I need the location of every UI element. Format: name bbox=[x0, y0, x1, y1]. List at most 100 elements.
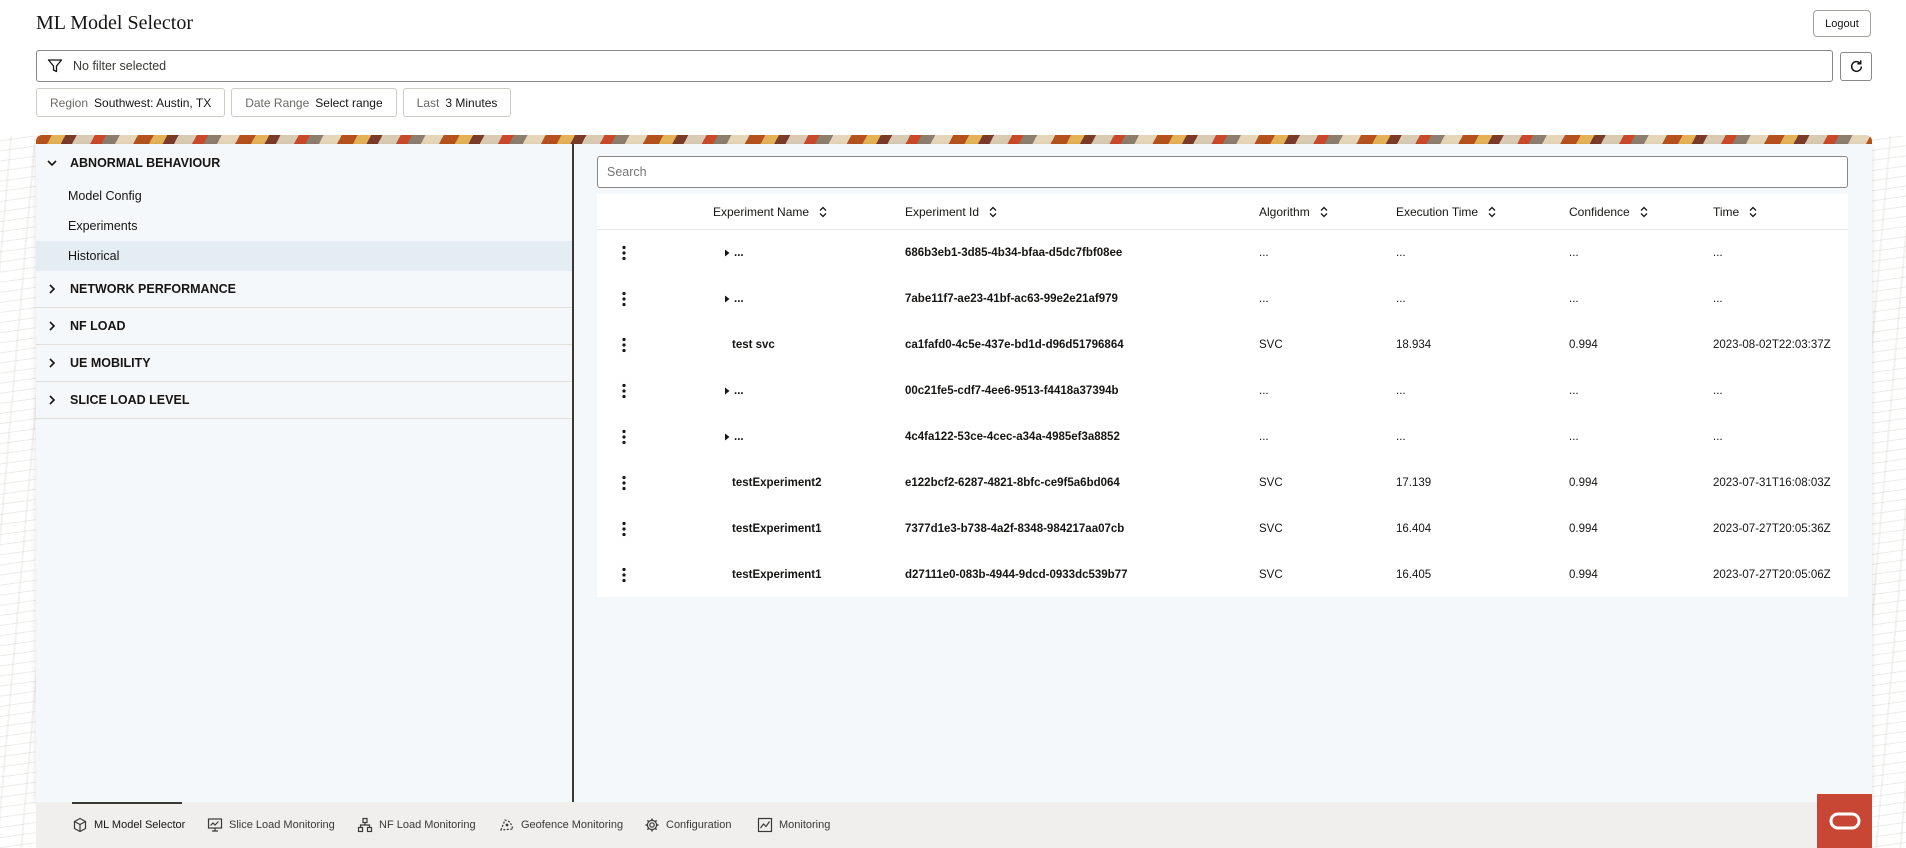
row-actions-button[interactable] bbox=[614, 506, 634, 552]
nav-ml-model-selector[interactable]: ML Model Selector bbox=[72, 802, 185, 848]
table-row[interactable]: ... 00c21fe5-cdf7-4ee6-9513-f4418a37394b… bbox=[597, 368, 1848, 414]
decorative-banner bbox=[36, 135, 1872, 144]
experiment-name-cell[interactable]: ... bbox=[722, 414, 744, 460]
row-actions-button[interactable] bbox=[614, 368, 634, 414]
chip-label: Last bbox=[416, 95, 440, 110]
expand-triangle-icon[interactable] bbox=[722, 294, 732, 304]
chip-value: 3 Minutes bbox=[445, 95, 498, 110]
row-actions-button[interactable] bbox=[614, 230, 634, 276]
sidebar-category-network-performance[interactable]: NETWORK PERFORMANCE bbox=[36, 271, 572, 308]
chip-label: Region bbox=[50, 95, 89, 110]
filter-bar[interactable]: No filter selected bbox=[36, 50, 1833, 82]
pane-divider[interactable] bbox=[572, 144, 574, 802]
sidebar-item-model-config[interactable]: Model Config bbox=[36, 181, 572, 211]
nav-label: Monitoring bbox=[779, 819, 831, 831]
date-range-chip[interactable]: Date Range Select range bbox=[231, 88, 397, 117]
time-cell: ... bbox=[1713, 385, 1723, 397]
search-input[interactable] bbox=[597, 156, 1848, 188]
experiment-name-cell[interactable]: ... bbox=[722, 276, 744, 322]
nav-slice-load-monitoring[interactable]: Slice Load Monitoring bbox=[207, 802, 335, 848]
nav-monitoring[interactable]: Monitoring bbox=[757, 802, 830, 848]
experiment-name-cell: testExperiment1 bbox=[732, 569, 822, 581]
execution-time-cell: ... bbox=[1396, 247, 1406, 259]
nav-nf-load-monitoring[interactable]: NF Load Monitoring bbox=[357, 802, 476, 848]
expand-triangle-icon[interactable] bbox=[722, 386, 732, 396]
cell-text: ... bbox=[734, 293, 744, 305]
column-header-experiment-name[interactable]: Experiment Name bbox=[713, 194, 828, 230]
table-row[interactable]: test svc ca1fafd0-4c5e-437e-bd1d-d96d517… bbox=[597, 322, 1848, 368]
experiment-id-cell: 00c21fe5-cdf7-4ee6-9513-f4418a37394b bbox=[905, 385, 1119, 397]
column-header-algorithm[interactable]: Algorithm bbox=[1259, 194, 1329, 230]
sidebar-item-experiments[interactable]: Experiments bbox=[36, 211, 572, 241]
expand-triangle-icon[interactable] bbox=[722, 248, 732, 258]
sidebar-item-historical[interactable]: Historical bbox=[36, 241, 572, 271]
experiment-name-cell[interactable]: ... bbox=[722, 368, 744, 414]
column-header-time[interactable]: Time bbox=[1713, 194, 1758, 230]
chip-label: Date Range bbox=[245, 95, 310, 110]
network-icon bbox=[357, 817, 373, 833]
nav-geofence-monitoring[interactable]: Geofence Monitoring bbox=[499, 802, 623, 848]
sidebar-category-label: ABNORMAL BEHAVIOUR bbox=[70, 155, 221, 170]
execution-time-cell: 16.404 bbox=[1396, 523, 1432, 535]
row-actions-button[interactable] bbox=[614, 552, 634, 598]
cell-text: ... bbox=[734, 385, 744, 397]
row-actions-button[interactable] bbox=[614, 414, 634, 460]
sidebar-category-ue-mobility[interactable]: UE MOBILITY bbox=[36, 345, 572, 382]
row-actions-button[interactable] bbox=[614, 322, 634, 368]
experiment-name-cell: testExperiment2 bbox=[732, 477, 822, 489]
time-cell: 2023-07-27T20:05:36Z bbox=[1713, 523, 1831, 535]
column-header-confidence[interactable]: Confidence bbox=[1569, 194, 1649, 230]
table-row[interactable]: ... 686b3eb1-3d85-4b34-bfaa-d5dc7fbf08ee… bbox=[597, 230, 1848, 276]
cube-icon bbox=[73, 817, 87, 833]
kebab-menu-icon bbox=[622, 383, 626, 399]
algorithm-cell: ... bbox=[1259, 247, 1269, 259]
experiment-id-cell: d27111e0-083b-4944-9dcd-0933dc539b77 bbox=[905, 569, 1128, 581]
last-duration-chip[interactable]: Last 3 Minutes bbox=[402, 88, 512, 117]
chevron-right-icon bbox=[49, 284, 56, 294]
region-chip[interactable]: Region Southwest: Austin, TX bbox=[36, 88, 226, 117]
sort-icon bbox=[1749, 206, 1757, 218]
nav-label: Geofence Monitoring bbox=[521, 819, 624, 831]
chip-value: Select range bbox=[315, 95, 383, 110]
experiment-name-cell[interactable]: ... bbox=[722, 230, 744, 276]
experiment-id-cell: 4c4fa122-53ce-4cec-a34a-4985ef3a8852 bbox=[905, 431, 1120, 443]
nav-label: ML Model Selector bbox=[94, 819, 186, 831]
experiment-id-cell: 686b3eb1-3d85-4b34-bfaa-d5dc7fbf08ee bbox=[905, 247, 1123, 259]
refresh-button[interactable] bbox=[1840, 52, 1872, 81]
column-header-label: Experiment Name bbox=[713, 205, 810, 219]
cell-text: ... bbox=[734, 431, 744, 443]
nav-label: Slice Load Monitoring bbox=[229, 819, 335, 831]
table-header: Experiment Name Experiment Id Algorithm … bbox=[597, 194, 1848, 230]
sidebar-item-label: Model Config bbox=[68, 189, 142, 203]
column-header-experiment-id[interactable]: Experiment Id bbox=[905, 194, 998, 230]
logout-button[interactable]: Logout bbox=[1813, 10, 1871, 37]
expand-triangle-icon[interactable] bbox=[722, 432, 732, 442]
sidebar-category-slice-load-level[interactable]: SLICE LOAD LEVEL bbox=[36, 382, 572, 419]
table-row[interactable]: testExperiment1 7377d1e3-b738-4a2f-8348-… bbox=[597, 506, 1848, 552]
algorithm-cell: ... bbox=[1259, 293, 1269, 305]
sidebar-category-nf-load[interactable]: NF LOAD bbox=[36, 308, 572, 345]
sidebar-category-label: NF LOAD bbox=[70, 319, 126, 333]
main-panel: ABNORMAL BEHAVIOUR Model Config Experime… bbox=[36, 144, 1872, 802]
algorithm-cell: SVC bbox=[1259, 339, 1283, 351]
execution-time-cell: ... bbox=[1396, 431, 1406, 443]
row-actions-button[interactable] bbox=[614, 460, 634, 506]
chip-value: Southwest: Austin, TX bbox=[94, 95, 212, 110]
table-row[interactable]: ... 7abe11f7-ae23-41bf-ac63-99e2e21af979… bbox=[597, 276, 1848, 322]
table-row[interactable]: testExperiment1 d27111e0-083b-4944-9dcd-… bbox=[597, 552, 1848, 598]
geofence-icon bbox=[500, 819, 514, 831]
gear-icon bbox=[645, 818, 659, 832]
kebab-menu-icon bbox=[622, 567, 626, 583]
nav-configuration[interactable]: Configuration bbox=[644, 802, 731, 848]
monitor-icon bbox=[207, 818, 223, 832]
sidebar-category-abnormal-behaviour[interactable]: ABNORMAL BEHAVIOUR bbox=[36, 144, 572, 181]
sort-icon bbox=[1488, 206, 1496, 218]
column-header-execution-time[interactable]: Execution Time bbox=[1396, 194, 1497, 230]
table-row[interactable]: testExperiment2 e122bcf2-6287-4821-8bfc-… bbox=[597, 460, 1848, 506]
table-row[interactable]: ... 4c4fa122-53ce-4cec-a34a-4985ef3a8852… bbox=[597, 414, 1848, 460]
cell-text: ... bbox=[734, 247, 744, 259]
page-title: ML Model Selector bbox=[36, 12, 194, 34]
row-actions-button[interactable] bbox=[614, 276, 634, 322]
chevron-right-icon bbox=[49, 395, 56, 405]
column-header-label: Confidence bbox=[1569, 205, 1630, 219]
